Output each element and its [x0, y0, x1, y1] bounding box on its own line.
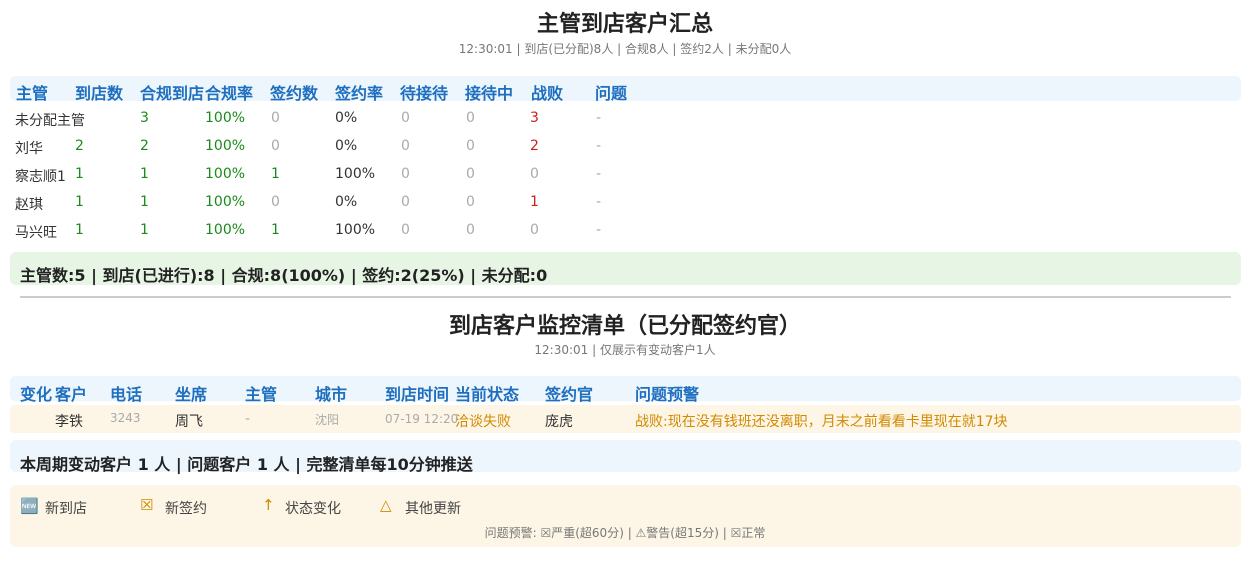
table-cell-lost: 0 [530, 166, 539, 182]
table-cell-lost: 3 [530, 110, 539, 126]
table-cell-sign-rate: 100% [335, 166, 376, 182]
table-cell-lost: 1 [530, 194, 539, 210]
table-cell-compliance-rate: 100% [205, 194, 246, 210]
table-cell-arrivals: 2 [75, 138, 84, 154]
section-divider [20, 296, 1231, 298]
col-header-lost: 战败 [531, 84, 564, 103]
table-cell-compliance-rate: 100% [205, 110, 246, 126]
table-cell-agent: 周飞 [175, 414, 203, 430]
push-note: 本周期变动客户 1 人 | 问题客户 1 人 | 完整清单每10分钟推送 [20, 455, 473, 474]
table-row-supervisor: 刘华 [15, 141, 43, 157]
table-cell-supervisor: - [245, 411, 251, 427]
col-header-customer: 客户 [55, 385, 88, 404]
col-header-signed: 签约数 [270, 84, 319, 103]
col-header-city: 城市 [315, 385, 348, 404]
table-cell-compliant: 3 [140, 110, 149, 126]
table-cell-lost: 0 [530, 222, 539, 238]
new-icon: 🆕 [20, 497, 39, 515]
summary-totals: 主管数:5 | 到店(已进行):8 | 合规:8(100%) | 签约:2(25… [20, 266, 548, 285]
table-cell-customer: 李铁 [55, 414, 83, 430]
col-header-issue-warning: 问题预警 [635, 385, 700, 404]
table-cell-in-reception: 0 [466, 194, 475, 210]
table-cell-arrival-time: 07-19 12:20 [385, 412, 459, 426]
col-header-arrival-time: 到店时间 [385, 385, 450, 404]
col-header-phone: 电话 [110, 385, 143, 404]
table-cell-sign-rate: 0% [335, 138, 358, 154]
table-cell-compliance-rate: 100% [205, 166, 246, 182]
table-cell-issue: - [596, 110, 602, 126]
table-cell-in-reception: 0 [466, 110, 475, 126]
table-cell-compliant: 1 [140, 166, 149, 182]
monitor-title: 到店客户监控清单（已分配签约官） [448, 314, 801, 339]
table-cell-phone: 3243 [110, 411, 141, 425]
table-cell-signed: 0 [271, 138, 280, 154]
table-cell-arrivals: 1 [75, 222, 84, 238]
table-cell-signed: 0 [271, 194, 280, 210]
table-row-supervisor: 赵琪 [15, 197, 43, 213]
col-header-waiting: 待接待 [400, 84, 449, 103]
legend-label-other-update: 其他更新 [405, 501, 461, 517]
col-header-arrivals: 到店数 [75, 84, 124, 103]
table-cell-signed: 1 [271, 222, 280, 238]
table-cell-waiting: 0 [401, 222, 410, 238]
table-row-supervisor: 察志顺1 [15, 169, 66, 185]
table-cell-signed: 0 [271, 110, 280, 126]
table-cell-arrivals: 1 [75, 194, 84, 210]
table-cell-waiting: 0 [401, 166, 410, 182]
table-cell-sign-rate: 0% [335, 110, 358, 126]
table-cell-waiting: 0 [401, 194, 410, 210]
table-cell-city: 沈阳 [315, 413, 340, 427]
triangle-icon: △ [380, 496, 392, 514]
col-header-in-reception: 接待中 [465, 84, 514, 103]
table-cell-signed: 1 [271, 166, 280, 182]
table-cell-waiting: 0 [401, 138, 410, 154]
arrow-up-icon: ↑ [262, 496, 275, 514]
col-header-sign-rate: 签约率 [335, 84, 384, 103]
table-cell-sign-rate: 0% [335, 194, 358, 210]
table-cell-in-reception: 0 [466, 222, 475, 238]
col-header-issue: 问题 [595, 84, 628, 103]
col-header-status: 当前状态 [455, 385, 520, 404]
col-header-compliance-rate: 合规率 [205, 84, 254, 103]
table-cell-waiting: 0 [401, 110, 410, 126]
table-cell-issue: - [596, 222, 602, 238]
summary-title: 主管到店客户汇总 [536, 12, 713, 37]
table-cell-in-reception: 0 [466, 166, 475, 182]
table-cell-compliance-rate: 100% [205, 222, 246, 238]
col-header-compliant-arrivals: 合规到店 [140, 84, 205, 103]
table-row-supervisor: 未分配主管 [15, 113, 85, 129]
table-cell-compliance-rate: 100% [205, 138, 246, 154]
col-header-agent: 坐席 [175, 385, 208, 404]
table-cell-arrivals: 1 [75, 166, 84, 182]
table-cell-issue: - [596, 138, 602, 154]
table-row-supervisor: 马兴旺 [15, 225, 57, 241]
col-header-supervisor: 主管 [16, 84, 49, 103]
table-cell-in-reception: 0 [466, 138, 475, 154]
table-cell-compliant: 2 [140, 138, 149, 154]
table-cell-compliant: 1 [140, 222, 149, 238]
col-header-supervisor: 主管 [245, 385, 278, 404]
table-cell-status: 洽谈失败 [455, 414, 511, 430]
col-header-signing-officer: 签约官 [545, 385, 594, 404]
monitor-subtitle: 12:30:01 | 仅展示有变动客户1人 [534, 343, 716, 357]
legend-label-status-change: 状态变化 [285, 501, 341, 517]
legend-label-new-arrival: 新到店 [45, 501, 87, 517]
sign-icon: ☒ [140, 496, 154, 514]
table-cell-issue: - [596, 194, 602, 210]
table-cell-signing-officer: 庞虎 [545, 414, 573, 430]
warning-note: 问题预警: ☒严重(超60分) | ⚠警告(超15分) | ☒正常 [484, 526, 766, 540]
legend-label-new-sign: 新签约 [165, 501, 207, 517]
table-cell-issue: - [596, 166, 602, 182]
table-cell-sign-rate: 100% [335, 222, 376, 238]
table-cell-issue-warning: 战败:现在没有钱班还没离职，月末之前看看卡里现在就17块 [635, 414, 1008, 430]
table-cell-compliant: 1 [140, 194, 149, 210]
table-cell-lost: 2 [530, 138, 539, 154]
col-header-change: 变化 [20, 385, 53, 404]
summary-subtitle: 12:30:01 | 到店(已分配)8人 | 合规8人 | 签约2人 | 未分配… [458, 42, 792, 56]
